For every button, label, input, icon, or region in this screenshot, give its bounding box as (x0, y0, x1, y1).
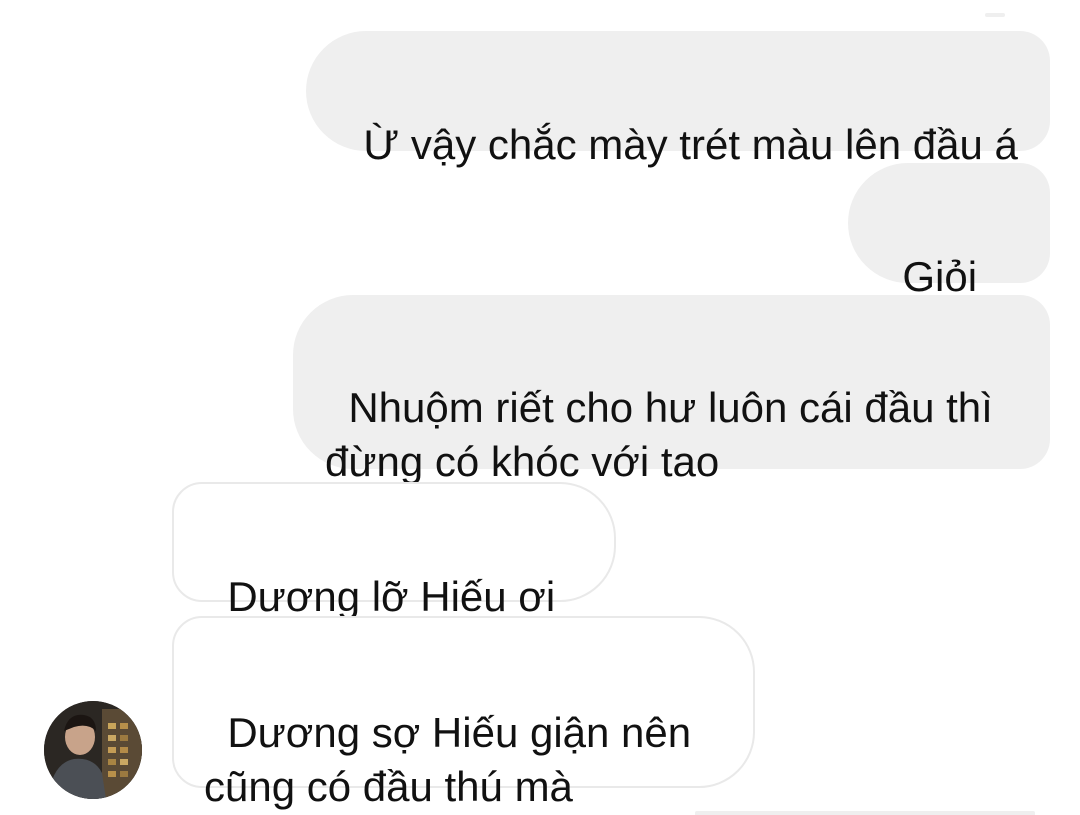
message-bubble-incoming[interactable]: Dương sợ Hiếu giận nên cũng có đầu thú m… (172, 616, 755, 810)
top-scroll-hint (985, 13, 1005, 17)
message-bubble-incoming[interactable]: Dương lỡ Hiếu ơi (172, 482, 616, 673)
message-text: Ừ vậy chắc mày trét màu lên đầu á (363, 121, 1018, 168)
avatar-photo (44, 701, 142, 799)
message-bubble-outgoing[interactable]: Ừ vậy chắc mày trét màu lên đầu á (306, 31, 1050, 168)
next-message-hint (695, 811, 1035, 815)
message-text: Nhuộm riết cho hư luôn cái đầu thì đừng … (325, 384, 993, 485)
message-bubble-outgoing[interactable]: Giỏi rồi (848, 163, 1050, 354)
message-text: Dương lỡ Hiếu ơi (227, 573, 556, 620)
contact-avatar[interactable] (44, 701, 142, 799)
message-bubble-outgoing[interactable]: Nhuộm riết cho hư luôn cái đầu thì đừng … (293, 295, 1050, 485)
message-text: Dương sợ Hiếu giận nên cũng có đầu thú m… (204, 709, 692, 810)
